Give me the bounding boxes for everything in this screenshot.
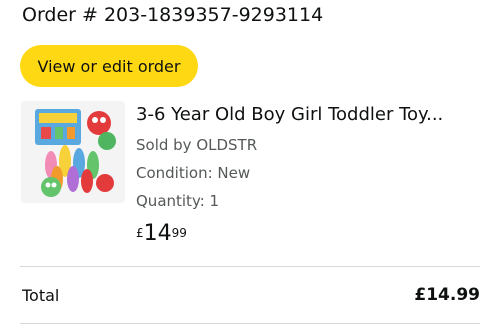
total-value: £14.99	[414, 285, 480, 305]
sold-by: Sold by OLDSTR	[136, 136, 258, 154]
order-number: Order #203-1839357-9293114	[22, 4, 323, 26]
total-label: Total	[22, 286, 60, 305]
order-number-prefix: Order #	[22, 4, 98, 26]
divider-top	[20, 266, 480, 267]
item-price: £14 99	[136, 222, 187, 246]
toy-bowling-set-image	[21, 101, 125, 203]
divider-bottom	[20, 323, 480, 324]
price-whole: 14	[143, 221, 172, 246]
product-title[interactable]: 3-6 Year Old Boy Girl Toddler Toy...	[136, 104, 443, 125]
condition: Condition: New	[136, 164, 251, 182]
product-thumbnail[interactable]	[21, 101, 125, 203]
quantity: Quantity: 1	[136, 192, 220, 210]
price-currency-symbol: £	[136, 226, 144, 240]
price-fraction: 99	[171, 226, 187, 240]
view-or-edit-order-button[interactable]: View or edit order	[20, 45, 198, 87]
order-number-value: 203-1839357-9293114	[103, 4, 324, 26]
